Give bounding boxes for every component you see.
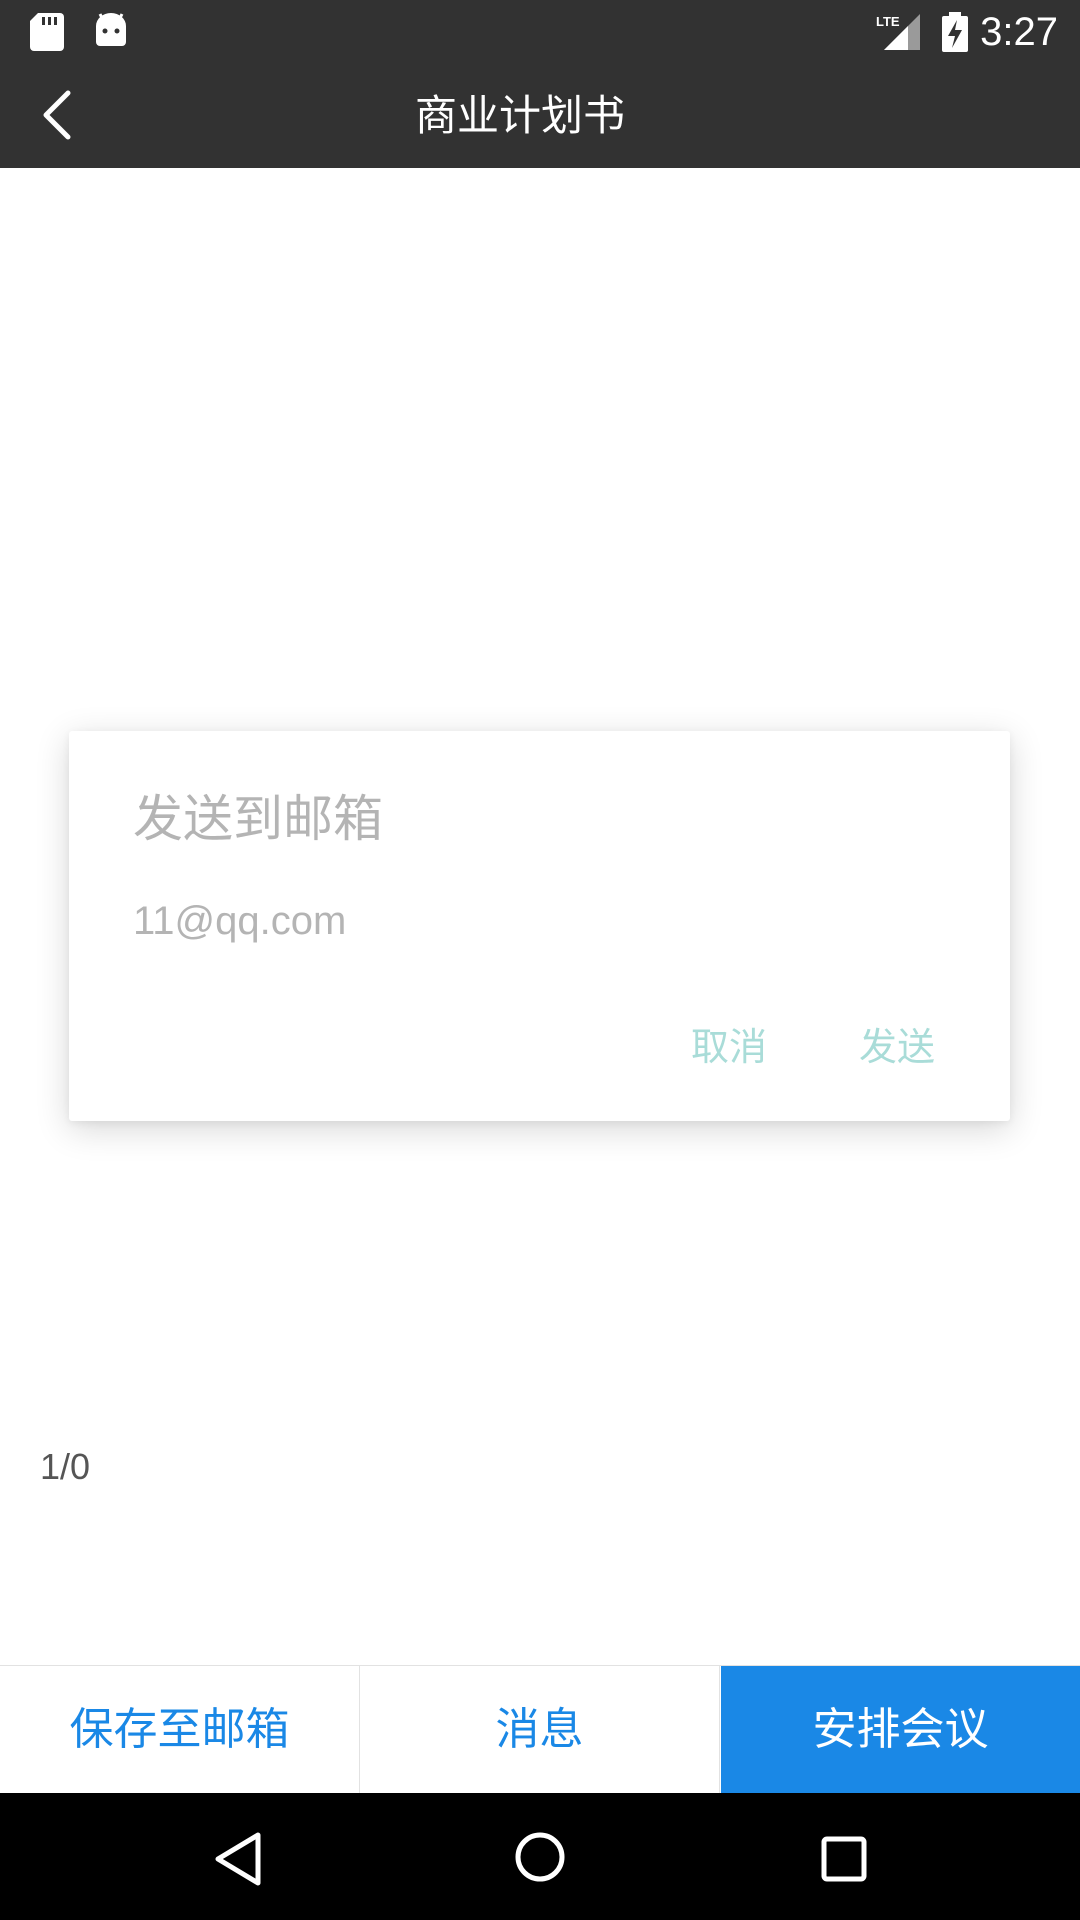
chevron-left-icon bbox=[43, 90, 71, 140]
sd-card-icon bbox=[30, 13, 64, 51]
android-icon bbox=[96, 13, 126, 46]
message-button[interactable]: 消息 bbox=[360, 1666, 720, 1793]
bottom-action-bar: 保存至邮箱 消息 安排会议 bbox=[0, 1665, 1080, 1793]
nav-recent-icon bbox=[821, 1836, 867, 1882]
save-to-email-button[interactable]: 保存至邮箱 bbox=[0, 1666, 360, 1793]
back-button[interactable] bbox=[28, 83, 88, 148]
schedule-meeting-button[interactable]: 安排会议 bbox=[721, 1666, 1080, 1793]
battery-charging-icon bbox=[942, 12, 968, 52]
email-field[interactable]: 11@qq.com bbox=[133, 899, 346, 944]
document-viewer: 发送到邮箱 11@qq.com 取消 发送 1/0 bbox=[0, 168, 1080, 1665]
nav-back-icon bbox=[215, 1832, 261, 1886]
page-title: 商业计划书 bbox=[414, 91, 625, 140]
status-clock: 3:27 bbox=[980, 10, 1058, 54]
lte-signal-icon: LTE bbox=[876, 14, 920, 50]
nav-recent-button[interactable] bbox=[814, 1829, 874, 1889]
status-bar: LTE 3:27 bbox=[0, 0, 1080, 63]
nav-home-button[interactable] bbox=[510, 1827, 570, 1887]
send-button[interactable]: 发送 bbox=[859, 1016, 935, 1071]
app-bar: 商业计划书 bbox=[0, 63, 1080, 168]
system-nav-bar bbox=[0, 1793, 1080, 1920]
nav-home-icon bbox=[515, 1832, 565, 1882]
send-email-dialog: 发送到邮箱 11@qq.com 取消 发送 bbox=[69, 731, 1010, 1121]
dialog-title: 发送到邮箱 bbox=[133, 790, 383, 848]
nav-back-button[interactable] bbox=[210, 1829, 270, 1889]
cancel-button[interactable]: 取消 bbox=[691, 1016, 767, 1071]
page-indicator: 1/0 bbox=[40, 1446, 91, 1487]
svg-text:LTE: LTE bbox=[876, 14, 900, 29]
